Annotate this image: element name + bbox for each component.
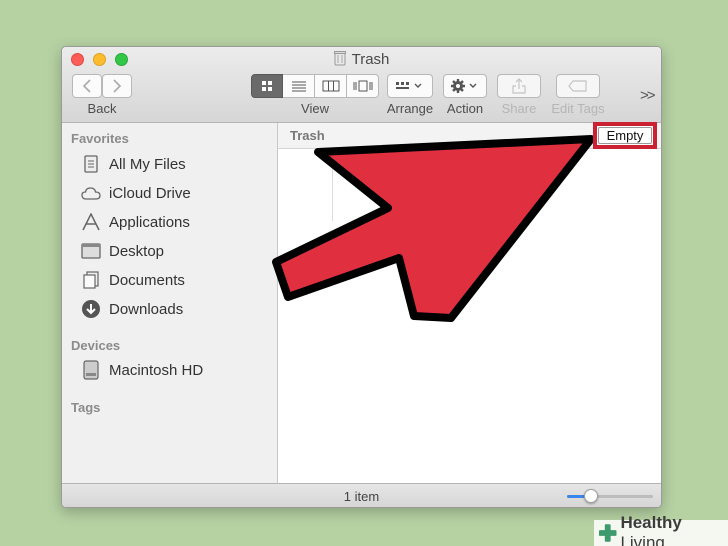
brand-logo-icon <box>598 524 617 542</box>
brand-prefix: Healthy <box>620 513 682 532</box>
brand-name: Healthy Living <box>620 513 728 546</box>
empty-trash-button[interactable]: Empty <box>598 127 652 144</box>
annotation-arrow <box>272 135 595 322</box>
brand-watermark: Healthy Living <box>594 513 728 546</box>
empty-highlight: Empty <box>593 122 657 149</box>
brand-suffix: Living <box>620 533 665 546</box>
empty-button-layer: Empty <box>277 122 662 152</box>
